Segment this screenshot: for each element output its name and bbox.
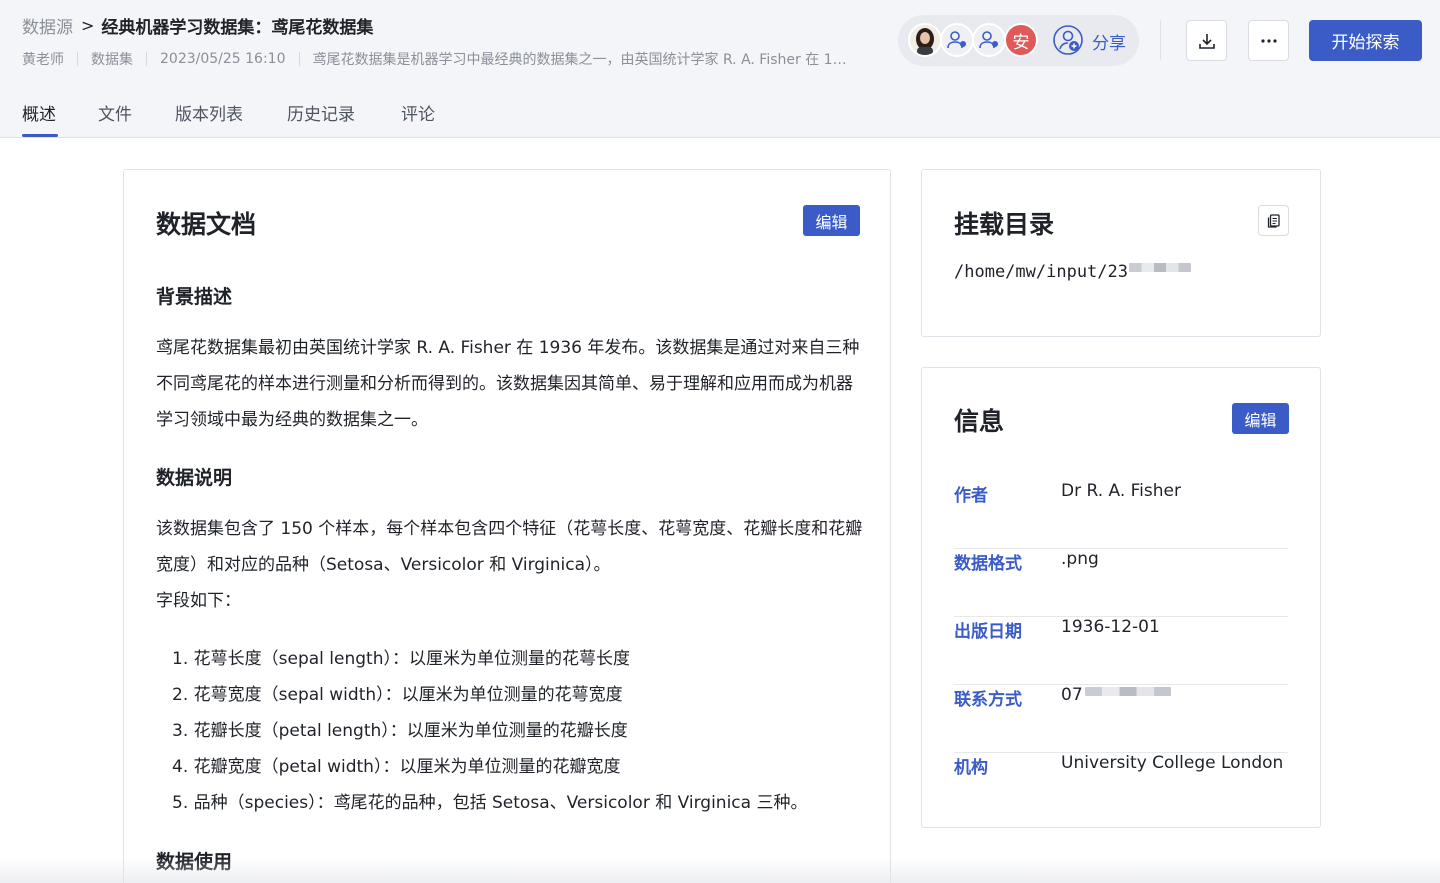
tab-history[interactable]: 历史记录 [287,100,355,125]
info-row-organization: 机构 University College London [954,753,1288,821]
user-group-icon [979,31,998,49]
list-item: 1. 花萼长度（sepal length）：以厘米为单位测量的花萼长度 [172,649,630,669]
user-group-icon [947,31,966,49]
data-document-card: 数据文档 编辑 背景描述 鸢尾花数据集最初由英国统计学家 R. A. Fishe… [123,169,891,883]
redacted-mask [1129,262,1191,272]
meta-divider [298,52,300,66]
header-divider [1160,20,1161,60]
breadcrumb: 数据源 > 经典机器学习数据集：鸢尾花数据集 [22,13,373,38]
info-card: 信息 编辑 作者 Dr R. A. Fisher 数据格式 .png 出版日期 … [921,367,1321,828]
collaborators-bar: 安 分享 [898,15,1139,66]
mount-card-title: 挂载目录 [954,210,1055,239]
page-title: 经典机器学习数据集：鸢尾花数据集 [101,18,374,38]
page-header: 数据源 > 经典机器学习数据集：鸢尾花数据集 黄老师 数据集 2023/05/2… [0,0,1440,86]
dataset-description: 鸢尾花数据集是机器学习中最经典的数据集之一，由英国统计学家 R. A. Fish… [312,52,847,68]
add-user-icon [1053,25,1083,55]
more-horizontal-icon [1260,38,1277,43]
tab-files[interactable]: 文件 [98,100,132,125]
redacted-mask [1084,686,1171,696]
download-icon [1198,33,1215,49]
background-heading: 背景描述 [156,286,233,308]
info-value: 1936-12-01 [1061,617,1160,637]
data-description-heading: 数据说明 [156,467,233,489]
mount-directory-card: 挂载目录 /home/mw/input/23 [921,169,1321,337]
list-item: 4. 花瓣宽度（petal width）：以厘米为单位测量的花瓣宽度 [172,757,621,777]
updated-timestamp: 2023/05/25 16:10 [160,51,286,67]
user-photo-icon [910,25,940,55]
info-key: 出版日期 [954,622,1022,642]
dataset-type: 数据集 [91,52,133,68]
info-key: 联系方式 [954,690,1022,710]
mount-path[interactable]: /home/mw/input/23 [954,262,1191,282]
info-row-author: 作者 Dr R. A. Fisher [954,481,1288,549]
list-item: 5. 品种（species）：鸢尾花的品种，包括 Setosa、Versicol… [172,793,808,813]
avatar-user[interactable] [940,23,974,57]
add-member-button[interactable] [1052,24,1084,56]
tab-overview[interactable]: 概述 [22,100,56,125]
info-key: 作者 [954,486,988,506]
edit-doc-button[interactable]: 编辑 [803,205,860,236]
list-item: 2. 花萼宽度（sepal width）：以厘米为单位测量的花萼宽度 [172,685,623,705]
data-description-text: 该数据集包含了 150 个样本，每个样本包含四个特征（花萼长度、花萼宽度、花瓣长… [156,519,863,575]
copy-icon [1267,213,1280,228]
data-usage-heading: 数据使用 [156,851,233,873]
avatar-letter[interactable]: 安 [1004,23,1038,57]
avatar-user[interactable] [972,23,1006,57]
info-value: .png [1061,549,1099,569]
info-key: 数据格式 [954,554,1022,574]
info-row-publish-date: 出版日期 1936-12-01 [954,617,1288,685]
author-name[interactable]: 黄老师 [22,49,64,69]
mount-path-text: /home/mw/input/23 [954,262,1128,282]
background-text: 鸢尾花数据集最初由英国统计学家 R. A. Fisher 在 1936 年发布。… [156,338,860,430]
fields-list: 1. 花萼长度（sepal length）：以厘米为单位测量的花萼长度 2. 花… [172,641,807,821]
info-row-format: 数据格式 .png [954,549,1288,617]
more-options-button[interactable] [1248,20,1289,61]
info-card-title: 信息 [954,407,1005,436]
start-explore-button[interactable]: 开始探索 [1309,20,1422,61]
doc-card-title: 数据文档 [156,210,257,239]
contact-value-text: 07 [1061,685,1083,705]
download-button[interactable] [1186,20,1227,61]
edit-info-button[interactable]: 编辑 [1232,403,1289,434]
info-key: 机构 [954,758,988,778]
active-tab-indicator [22,134,58,137]
breadcrumb-root-link[interactable]: 数据源 [22,13,73,38]
share-button[interactable]: 分享 [1092,29,1126,54]
meta-divider [77,52,78,66]
copy-path-button[interactable] [1258,205,1289,236]
info-value: Dr R. A. Fisher [1061,481,1181,501]
info-row-contact: 联系方式 07 [954,685,1288,753]
meta-divider [146,52,147,66]
avatar-photo[interactable] [908,23,942,57]
tab-comments[interactable]: 评论 [401,100,435,125]
tab-bar: 概述 文件 版本列表 历史记录 评论 [0,86,1440,138]
info-value: 07 [1061,685,1171,705]
list-item: 3. 花瓣长度（petal length）：以厘米为单位测量的花瓣长度 [172,721,628,741]
breadcrumb-separator: > [81,16,95,35]
dataset-meta: 黄老师 数据集 2023/05/25 16:10 鸢尾花数据集是机器学习中最经典… [22,49,893,69]
tab-versions[interactable]: 版本列表 [175,100,243,125]
info-value: University College London [1061,753,1284,773]
fields-intro: 字段如下： [156,591,241,611]
